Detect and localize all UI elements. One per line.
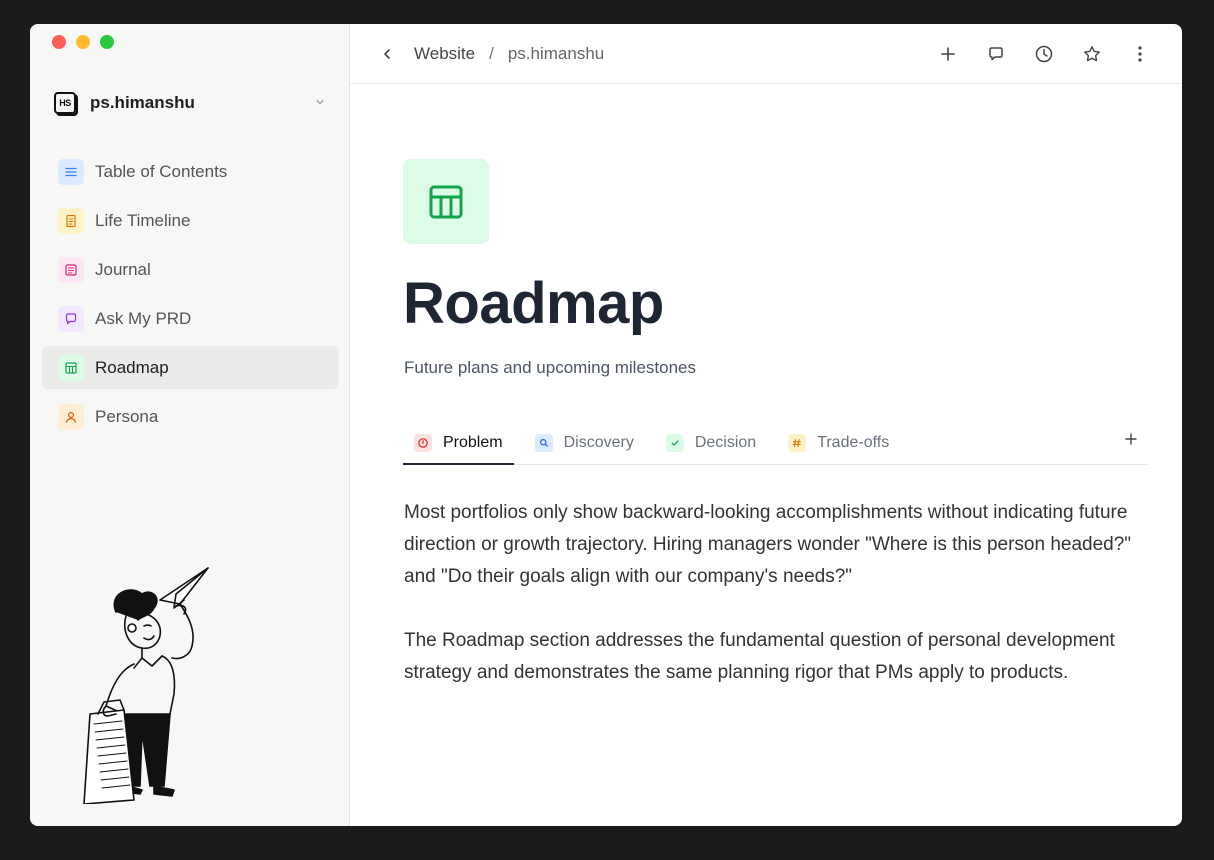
app-window: HS ps.himanshu Table of Contents Life Ti…	[30, 24, 1182, 826]
sidebar-item-persona[interactable]: Persona	[42, 395, 339, 438]
workspace-name: ps.himanshu	[90, 93, 195, 112]
sidebar-item-label: Persona	[95, 406, 159, 426]
sidebar-item-label: Roadmap	[95, 357, 169, 377]
section-tabs: Problem Discovery Decision Trade-offs	[403, 422, 1148, 465]
tab-label: Problem	[443, 434, 503, 451]
table-icon	[58, 354, 84, 381]
content-paragraph: Most portfolios only show backward-looki…	[404, 502, 1132, 587]
comment-icon[interactable]	[984, 42, 1008, 66]
add-tab-icon[interactable]	[1124, 432, 1138, 451]
hash-icon	[788, 434, 807, 452]
user-icon	[58, 403, 84, 430]
tab-problem[interactable]: Problem	[403, 422, 514, 465]
tab-label: Trade-offs	[817, 434, 890, 451]
tab-content: Most portfolios only show backward-looki…	[404, 497, 1152, 721]
workspace-logo: HS	[54, 92, 76, 114]
close-window-button[interactable]	[52, 35, 66, 49]
check-icon	[665, 434, 684, 452]
window-controls	[52, 35, 114, 49]
sidebar-item-life-timeline[interactable]: Life Timeline	[42, 199, 339, 242]
add-icon[interactable]	[936, 42, 960, 66]
tab-label: Decision	[694, 434, 757, 451]
maximize-window-button[interactable]	[100, 35, 114, 49]
page-icon[interactable]	[403, 159, 489, 244]
journal-icon	[58, 256, 84, 283]
sidebar-nav: Table of Contents Life Timeline Journal …	[42, 150, 339, 444]
sidebar-item-table-of-contents[interactable]: Table of Contents	[42, 150, 339, 193]
search-icon	[534, 434, 553, 452]
tab-decision[interactable]: Decision	[655, 422, 767, 464]
chevron-down-icon	[314, 96, 326, 111]
star-icon[interactable]	[1080, 42, 1104, 66]
breadcrumb-separator: /	[489, 43, 494, 63]
paper-plane-person-illustration	[80, 564, 250, 809]
back-icon[interactable]	[380, 47, 400, 61]
tab-discovery[interactable]: Discovery	[524, 422, 645, 464]
top-bar: Website / ps.himanshu	[350, 24, 1182, 84]
page-subtitle: Future plans and upcoming milestones	[404, 358, 696, 377]
sidebar-item-ask-my-prd[interactable]: Ask My PRD	[42, 297, 339, 340]
history-icon[interactable]	[1032, 42, 1056, 66]
sidebar: HS ps.himanshu Table of Contents Life Ti…	[30, 24, 350, 826]
minimize-window-button[interactable]	[76, 35, 90, 49]
breadcrumb-current[interactable]: ps.himanshu	[508, 44, 604, 64]
chat-icon	[58, 305, 84, 332]
document-icon	[58, 207, 84, 234]
workspace-switcher[interactable]: HS ps.himanshu	[54, 90, 326, 116]
content-paragraph: The Roadmap section addresses the fundam…	[404, 630, 1115, 683]
breadcrumb-parent[interactable]: Website	[414, 44, 475, 64]
more-options-icon[interactable]	[1128, 42, 1152, 66]
sidebar-item-label: Life Timeline	[95, 210, 191, 230]
alert-icon	[414, 434, 432, 452]
page-title: Roadmap	[403, 271, 664, 336]
top-actions	[936, 42, 1152, 66]
sidebar-item-label: Ask My PRD	[95, 308, 192, 328]
sidebar-item-journal[interactable]: Journal	[42, 248, 339, 291]
tab-label: Discovery	[563, 434, 634, 451]
main-content: Website / ps.himanshu Roadmap Future pla…	[350, 24, 1182, 826]
sidebar-item-roadmap[interactable]: Roadmap	[42, 346, 339, 389]
sidebar-item-label: Journal	[95, 259, 151, 279]
tab-trade-offs[interactable]: Trade-offs	[777, 422, 900, 464]
sidebar-item-label: Table of Contents	[95, 161, 228, 181]
table-icon	[429, 185, 463, 218]
list-icon	[58, 158, 84, 185]
